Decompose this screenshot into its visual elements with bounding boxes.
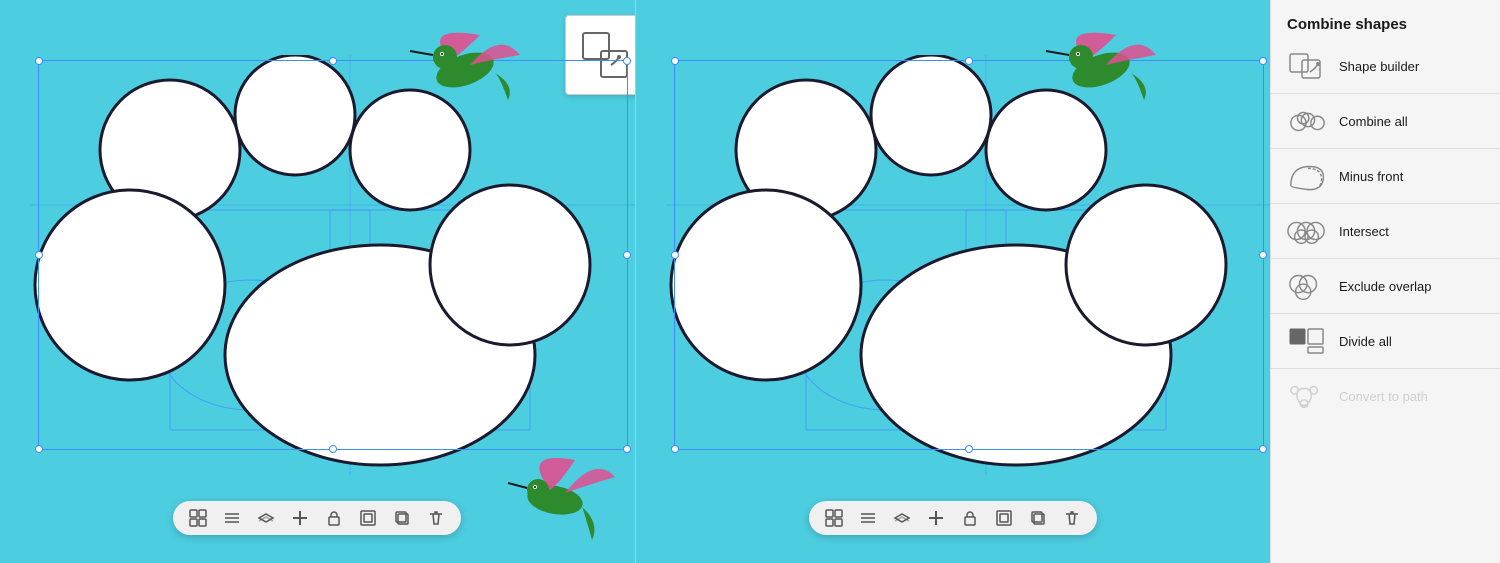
convert-to-path-icon: [1287, 380, 1327, 412]
intersect-icon: [1287, 215, 1327, 247]
divide-all-icon: [1287, 325, 1327, 357]
hummingbird-left-top: [390, 5, 540, 125]
divider-4: [1271, 258, 1500, 259]
right-side-panel: Combine shapes Shape builder Combine all: [1270, 0, 1500, 563]
divider-3: [1271, 203, 1500, 204]
convert-to-path-label: Convert to path: [1339, 389, 1428, 404]
shape-builder-icon: [1287, 50, 1327, 82]
minus-front-icon: [1287, 160, 1327, 192]
right-canvas-panel[interactable]: [636, 0, 1271, 563]
shape-builder-label: Shape builder: [1339, 59, 1419, 74]
divide-all-label: Divide all: [1339, 334, 1392, 349]
divider-6: [1271, 368, 1500, 369]
toolbar-right[interactable]: [809, 501, 1097, 535]
hummingbird-right-top: [1026, 5, 1176, 125]
panel-item-divide-all[interactable]: Divide all: [1271, 318, 1500, 364]
combine-all-icon: [1287, 105, 1327, 137]
layers-icon[interactable]: [255, 507, 277, 529]
divider-5: [1271, 313, 1500, 314]
left-canvas-panel[interactable]: [0, 0, 636, 563]
lock-icon-right[interactable]: [959, 507, 981, 529]
grid-icon-right[interactable]: [823, 507, 845, 529]
frame-icon-right[interactable]: [993, 507, 1015, 529]
frame-icon[interactable]: [357, 507, 379, 529]
add-icon[interactable]: [289, 507, 311, 529]
exclude-overlap-label: Exclude overlap: [1339, 279, 1432, 294]
canvas-area: [0, 0, 1270, 563]
grid-icon[interactable]: [187, 507, 209, 529]
divider-1: [1271, 93, 1500, 94]
intersect-label: Intersect: [1339, 224, 1389, 239]
toolbar-left[interactable]: [173, 501, 461, 535]
minus-front-label: Minus front: [1339, 169, 1403, 184]
layers-icon-right[interactable]: [891, 507, 913, 529]
menu-icon[interactable]: [221, 507, 243, 529]
exclude-overlap-icon: [1287, 270, 1327, 302]
hummingbird-left-bottom: [500, 435, 630, 555]
duplicate-icon[interactable]: [391, 507, 413, 529]
divider-2: [1271, 148, 1500, 149]
lock-icon[interactable]: [323, 507, 345, 529]
combine-all-label: Combine all: [1339, 114, 1408, 129]
panel-item-intersect[interactable]: Intersect: [1271, 208, 1500, 254]
delete-icon-right[interactable]: [1061, 507, 1083, 529]
panel-item-exclude-overlap[interactable]: Exclude overlap: [1271, 263, 1500, 309]
menu-icon-right[interactable]: [857, 507, 879, 529]
add-icon-right[interactable]: [925, 507, 947, 529]
panel-title: Combine shapes: [1271, 12, 1500, 43]
panel-item-convert-to-path[interactable]: Convert to path: [1271, 373, 1500, 419]
panel-item-shape-builder[interactable]: Shape builder: [1271, 43, 1500, 89]
delete-icon[interactable]: [425, 507, 447, 529]
panel-item-minus-front[interactable]: Minus front: [1271, 153, 1500, 199]
duplicate-icon-right[interactable]: [1027, 507, 1049, 529]
panel-item-combine-all[interactable]: Combine all: [1271, 98, 1500, 144]
